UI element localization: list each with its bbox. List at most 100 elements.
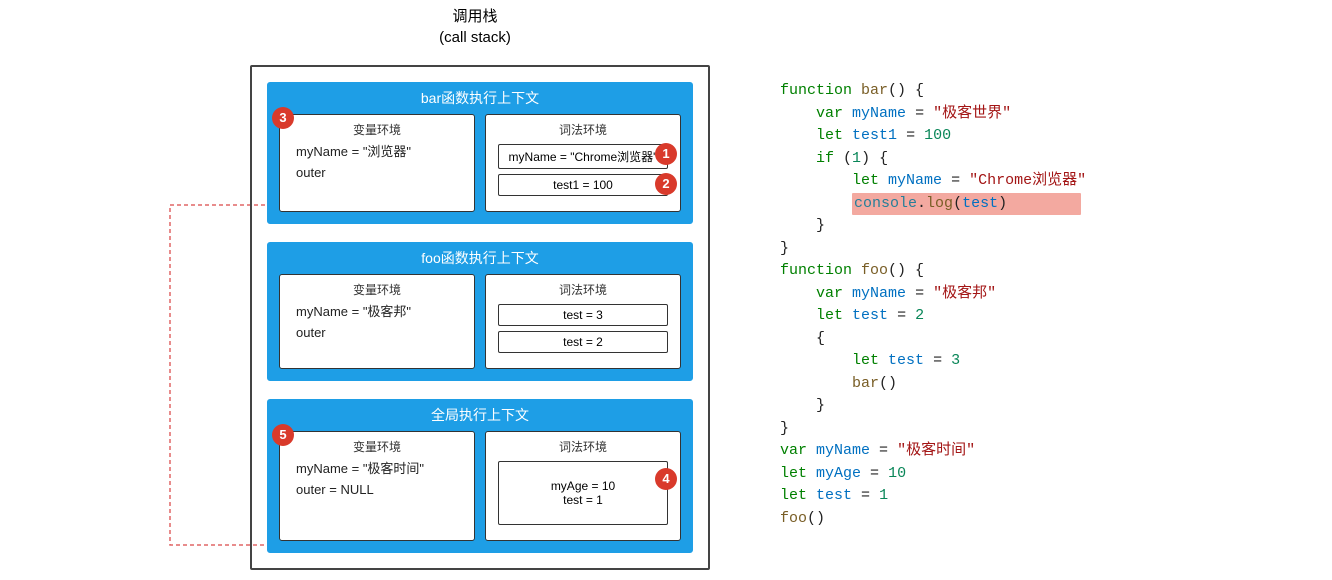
lex-slot: test = 3 <box>498 304 668 326</box>
tok: ( <box>953 195 962 212</box>
tok: let <box>852 172 879 189</box>
slot-text: myName = "Chrome浏览器" <box>509 150 658 164</box>
badge-1: 1 <box>655 143 677 165</box>
tok: } <box>780 420 789 437</box>
var-line: outer <box>296 163 466 184</box>
tok: { <box>816 330 825 347</box>
tok: = <box>861 465 888 482</box>
slot-text: test1 = 100 <box>553 178 613 192</box>
context-global: 全局执行上下文 5 变量环境 myName = "极客时间" outer = N… <box>267 399 693 553</box>
tok: test <box>852 307 888 324</box>
badge-3: 3 <box>272 107 294 129</box>
title-en: (call stack) <box>235 27 715 48</box>
tok: "极客邦" <box>933 285 996 302</box>
lex-slot: test = 2 <box>498 331 668 353</box>
bar-var-env-content: myName = "浏览器" outer <box>288 142 466 184</box>
context-global-title: 全局执行上下文 <box>269 401 691 431</box>
tok: ) { <box>861 150 888 167</box>
var-line: myName = "极客时间" <box>296 459 466 480</box>
tok: if <box>816 150 834 167</box>
global-lex-env: 词法环境 myAge = 10 test = 1 4 <box>485 431 681 541</box>
tok: () { <box>888 82 924 99</box>
tok: test <box>962 195 998 212</box>
tok: test1 <box>852 127 897 144</box>
global-var-env-label: 变量环境 <box>288 438 466 455</box>
tok: } <box>816 397 825 414</box>
bar-lex-env: 词法环境 myName = "Chrome浏览器" 1 test1 = 100 … <box>485 114 681 212</box>
slot-text: myAge = 10 test = 1 <box>551 479 615 507</box>
badge-5: 5 <box>272 424 294 446</box>
foo-var-env: 变量环境 myName = "极客邦" outer <box>279 274 475 369</box>
tok: = <box>906 105 933 122</box>
tok: myAge <box>816 465 861 482</box>
tok: bar <box>852 375 879 392</box>
tok: myName <box>816 442 870 459</box>
tok: let <box>816 307 843 324</box>
tok: = <box>888 307 915 324</box>
tok: = <box>906 285 933 302</box>
diagram-title: 调用栈 (call stack) <box>235 6 715 48</box>
lex-slot: myAge = 10 test = 1 4 <box>498 461 668 525</box>
tok: test <box>888 352 924 369</box>
tok: = <box>897 127 924 144</box>
context-bar-title: bar函数执行上下文 <box>269 84 691 114</box>
tok: var <box>816 105 843 122</box>
var-line: myName = "浏览器" <box>296 142 466 163</box>
badge-4: 4 <box>655 468 677 490</box>
tok: } <box>816 217 825 234</box>
tok: myName <box>852 285 906 302</box>
tok: } <box>780 240 789 257</box>
lex-slot: test1 = 100 2 <box>498 174 668 196</box>
tok: test <box>816 487 852 504</box>
lex-slot: myName = "Chrome浏览器" 1 <box>498 144 668 169</box>
bar-var-env: 3 变量环境 myName = "浏览器" outer <box>279 114 475 212</box>
tok: let <box>780 465 807 482</box>
title-zh: 调用栈 <box>235 6 715 27</box>
tok: "Chrome浏览器" <box>969 172 1086 189</box>
tok: 2 <box>915 307 924 324</box>
bar-lex-env-label: 词法环境 <box>494 121 672 138</box>
tok: foo <box>780 510 807 527</box>
code-snippet: function bar() { var myName = "极客世界" let… <box>780 80 1230 530</box>
tok: 10 <box>888 465 906 482</box>
tok: let <box>852 352 879 369</box>
call-stack-box: bar函数执行上下文 3 变量环境 myName = "浏览器" outer 词… <box>250 65 710 570</box>
tok: myName <box>888 172 942 189</box>
tok: 1 <box>852 150 861 167</box>
context-foo-title: foo函数执行上下文 <box>269 244 691 274</box>
tok: () <box>879 375 897 392</box>
tok: var <box>816 285 843 302</box>
tok: ) <box>998 195 1007 212</box>
tok: . <box>917 195 926 212</box>
global-lex-env-label: 词法环境 <box>494 438 672 455</box>
tok: console <box>854 195 917 212</box>
tok: "极客世界" <box>933 105 1011 122</box>
tok: myName <box>852 105 906 122</box>
tok: let <box>816 127 843 144</box>
tok: var <box>780 442 807 459</box>
var-line: outer <box>296 323 466 344</box>
tok: bar <box>861 82 888 99</box>
context-bar: bar函数执行上下文 3 变量环境 myName = "浏览器" outer 词… <box>267 82 693 224</box>
badge-2: 2 <box>655 173 677 195</box>
global-var-env: 5 变量环境 myName = "极客时间" outer = NULL <box>279 431 475 541</box>
tok: 3 <box>951 352 960 369</box>
highlighted-line: console.log(test) <box>852 193 1081 216</box>
tok: () <box>807 510 825 527</box>
foo-lex-env: 词法环境 test = 3 test = 2 <box>485 274 681 369</box>
tok: function <box>780 82 852 99</box>
foo-lex-env-label: 词法环境 <box>494 281 672 298</box>
tok: 1 <box>879 487 888 504</box>
tok: = <box>924 352 951 369</box>
global-var-env-content: myName = "极客时间" outer = NULL <box>288 459 466 501</box>
tok: = <box>852 487 879 504</box>
bar-var-env-label: 变量环境 <box>288 121 466 138</box>
tok: = <box>942 172 969 189</box>
tok: log <box>926 195 953 212</box>
tok: foo <box>861 262 888 279</box>
tok: 100 <box>924 127 951 144</box>
tok: = <box>870 442 897 459</box>
var-line: outer = NULL <box>296 480 466 501</box>
foo-var-env-content: myName = "极客邦" outer <box>288 302 466 344</box>
context-foo: foo函数执行上下文 变量环境 myName = "极客邦" outer 词法环… <box>267 242 693 381</box>
